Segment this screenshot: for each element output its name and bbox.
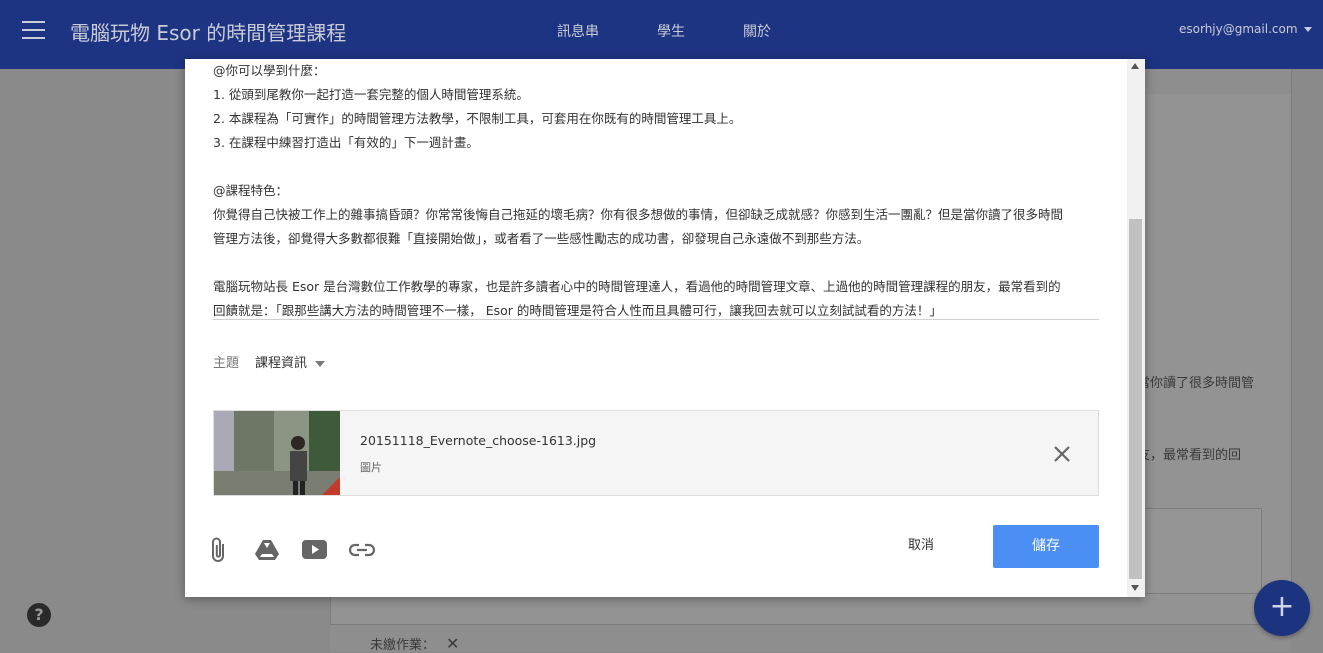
scroll-up-arrow-icon[interactable] [1131, 63, 1139, 69]
body-line-blank [213, 155, 1099, 179]
scroll-down-arrow-icon[interactable] [1131, 585, 1139, 591]
topic-dropdown[interactable]: 課程資訊 [255, 352, 326, 371]
save-button[interactable]: 儲存 [993, 525, 1099, 568]
body-line-blank [213, 251, 1099, 275]
menu-icon[interactable] [22, 21, 45, 39]
background-text-snippet: 友，最常看到的回 [1137, 448, 1242, 463]
body-line: 1. 從頭到尾教你一起打造一套完整的個人時間管理系統。 [213, 87, 529, 102]
add-post-button[interactable]: + [1254, 580, 1310, 636]
background-comment-box [1140, 508, 1262, 594]
body-line: 3. 在課程中練習打造出「有效的」下一週計畫。 [213, 135, 479, 150]
nav-students-tab[interactable]: 學生 [657, 21, 685, 41]
account-menu[interactable]: esorhjy@gmail.com [1179, 22, 1312, 36]
attachment-thumbnail [214, 411, 340, 495]
post-body-textarea[interactable]: @你可以學到什麼： 1. 從頭到尾教你一起打造一套完整的個人時間管理系統。 2.… [213, 59, 1099, 320]
nav-about-tab[interactable]: 關於 [743, 21, 771, 41]
scroll-thumb[interactable] [1129, 219, 1142, 579]
youtube-icon[interactable] [302, 540, 327, 563]
dialog-scrollbar[interactable] [1127, 59, 1145, 597]
edit-post-dialog: @你可以學到什麼： 1. 從頭到尾教你一起打造一套完整的個人時間管理系統。 2.… [185, 59, 1145, 597]
body-line: @課程特色： [213, 183, 289, 198]
nav-stream-tab[interactable]: 訊息串 [557, 21, 599, 41]
paperclip-icon[interactable] [209, 537, 229, 567]
body-line: 2. 本課程為「可實作」的時間管理方法教學，不限制工具，可套用在你既有的時間管理… [213, 111, 742, 126]
body-line: 回饋就是：「跟那些講大方法的時間管理不一樣， Esor 的時間管理是符合人性而且… [213, 303, 942, 318]
background-text-snippet: 當你讀了很多時間管 [1137, 376, 1255, 391]
google-drive-icon[interactable] [255, 540, 279, 564]
close-icon[interactable] [1052, 444, 1072, 464]
topic-value: 課程資訊 [255, 356, 308, 371]
dropdown-caret-icon [315, 360, 326, 367]
body-line: @你可以學到什麼： [213, 63, 326, 78]
background-close-icon: ✕ [446, 634, 460, 653]
background-bottom-label: 未繳作業： [370, 638, 436, 653]
account-email: esorhjy@gmail.com [1179, 22, 1298, 36]
body-line: 電腦玩物站長 Esor 是台灣數位工作教學的專家，也是許多讀者心中的時間管理達人… [213, 279, 1061, 294]
body-line: 你覺得自己快被工作上的雜事搞昏頭？你常常後悔自己拖延的壞毛病？你有很多想做的事情… [213, 207, 1064, 222]
link-icon[interactable] [348, 542, 376, 561]
course-title: 電腦玩物 Esor 的時間管理課程 [70, 21, 347, 45]
help-icon[interactable]: ? [27, 603, 51, 627]
background-bottom-card [330, 624, 1290, 652]
caret-down-icon [1303, 27, 1312, 32]
topic-label: 主題 [213, 356, 240, 371]
attachment-file-name: 20151118_Evernote_choose-1613.jpg [360, 433, 597, 448]
body-line: 管理方法後，卻覺得大多數都很難「直接開始做」，或者看了一些感性勵志的成功書，卻發… [213, 231, 870, 246]
attachment-card[interactable]: 20151118_Evernote_choose-1613.jpg 圖片 [213, 410, 1099, 496]
attachment-file-type: 圖片 [360, 461, 382, 474]
cancel-button[interactable]: 取消 [889, 536, 953, 566]
